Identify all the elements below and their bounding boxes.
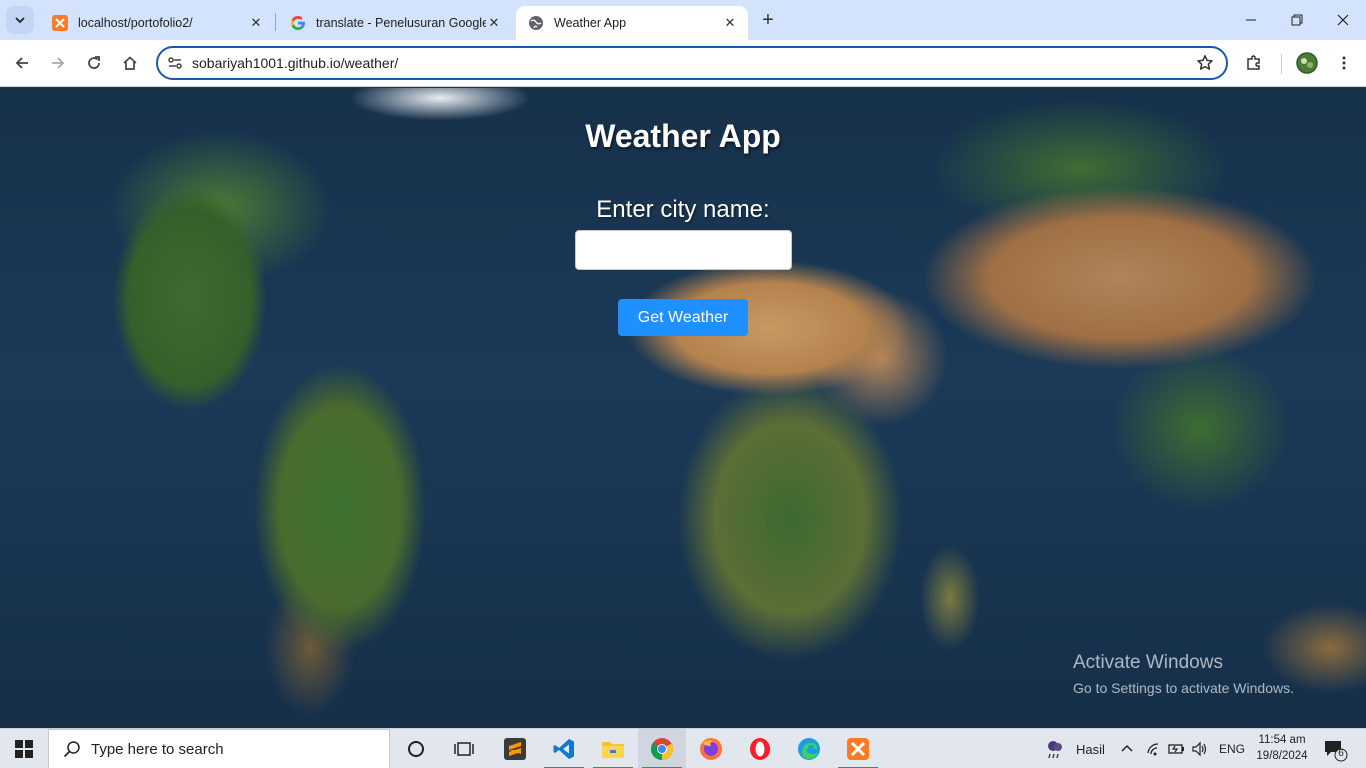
- page-viewport: Weather App Enter city name: Get Weather…: [0, 88, 1366, 728]
- taskbar-app-vscode[interactable]: [540, 729, 588, 768]
- home-icon: [123, 56, 137, 70]
- chrome-icon: [651, 738, 673, 760]
- tab-title: localhost/portofolio2/: [78, 16, 193, 30]
- city-label: Enter city name:: [596, 196, 770, 223]
- minimize-button[interactable]: [1228, 0, 1274, 40]
- tab-search-button[interactable]: [6, 6, 34, 34]
- taskbar-app-firefox[interactable]: [687, 729, 735, 768]
- taskbar-app-edge[interactable]: [785, 729, 833, 768]
- tab-title: translate - Penelusuran Google: [316, 16, 486, 30]
- watermark-subtitle: Go to Settings to activate Windows.: [1073, 680, 1294, 696]
- firefox-icon: [700, 738, 722, 760]
- restore-icon: [1291, 14, 1303, 26]
- sublime-text-icon: [504, 738, 526, 760]
- get-weather-button[interactable]: Get Weather: [618, 299, 748, 336]
- arrow-left-icon: [15, 57, 28, 69]
- battery-plug-icon: [1168, 744, 1184, 754]
- forward-button[interactable]: [44, 49, 72, 77]
- close-icon[interactable]: ✕: [486, 15, 502, 31]
- weather-text: Hasil: [1076, 741, 1105, 757]
- menu-button[interactable]: [1330, 49, 1358, 77]
- url-input[interactable]: [192, 53, 1172, 73]
- language-indicator[interactable]: ENG: [1219, 729, 1245, 768]
- plus-icon: +: [762, 8, 774, 31]
- close-window-button[interactable]: [1320, 0, 1366, 40]
- tab-title: Weather App: [554, 16, 627, 30]
- more-vertical-icon: [1342, 56, 1346, 70]
- windows-icon: [15, 740, 33, 758]
- puzzle-icon: [1247, 55, 1260, 70]
- tab-separator: [275, 13, 276, 31]
- taskbar-app-opera[interactable]: [736, 729, 784, 768]
- avatar: [1296, 52, 1318, 74]
- start-button[interactable]: [0, 729, 48, 768]
- clock-date: 19/8/2024: [1256, 750, 1308, 762]
- taskbar-search[interactable]: Type here to search: [48, 729, 390, 768]
- reload-button[interactable]: [80, 49, 108, 77]
- notification-center-button[interactable]: 6: [1322, 737, 1348, 763]
- language-label: ENG: [1219, 742, 1246, 756]
- xampp-icon: [847, 738, 869, 760]
- tab-strip: localhost/portofolio2/ ✕ translate - Pen…: [0, 0, 1366, 40]
- new-tab-button[interactable]: +: [756, 8, 780, 32]
- taskbar-app-chrome[interactable]: [638, 729, 686, 768]
- close-icon[interactable]: ✕: [722, 15, 738, 31]
- show-hidden-icons-button[interactable]: [1120, 729, 1134, 768]
- search-placeholder: Type here to search: [91, 740, 224, 758]
- opera-icon: [750, 738, 770, 760]
- watermark-title: Activate Windows: [1073, 652, 1223, 673]
- taskbar-app-xampp[interactable]: [834, 729, 882, 768]
- task-view-button[interactable]: [440, 729, 488, 768]
- globe-icon: [529, 16, 543, 30]
- clock-time: 11:54 am: [1258, 734, 1306, 746]
- vscode-icon: [553, 739, 574, 759]
- minimize-icon: [1246, 19, 1256, 21]
- close-icon[interactable]: ✕: [248, 15, 264, 31]
- google-icon: [291, 16, 305, 30]
- bookmark-star-icon[interactable]: [1196, 54, 1214, 72]
- browser-toolbar: [0, 40, 1366, 87]
- rain-cloud-icon: [1048, 741, 1062, 759]
- tab-google-translate[interactable]: translate - Penelusuran Google ✕: [278, 6, 512, 40]
- folder-icon: [602, 742, 624, 758]
- clock[interactable]: 11:54 am 19/8/2024: [1248, 732, 1316, 764]
- reload-icon: [88, 56, 100, 69]
- search-icon: [63, 741, 80, 758]
- xampp-icon: [52, 15, 68, 31]
- arrow-right-icon: [52, 57, 65, 69]
- profile-button[interactable]: [1293, 49, 1321, 77]
- city-input[interactable]: [575, 230, 792, 270]
- address-bar[interactable]: [156, 46, 1228, 80]
- extensions-button[interactable]: [1240, 49, 1268, 77]
- taskbar: Type here to search Hasil ENG 11:54 am 1…: [0, 728, 1366, 768]
- chevron-down-icon: [15, 17, 25, 24]
- battery-button[interactable]: [1168, 729, 1186, 768]
- activate-windows-watermark: Activate Windows Go to Settings to activ…: [1073, 652, 1294, 696]
- task-view-icon: [454, 742, 474, 756]
- edge-icon: [798, 738, 820, 760]
- taskbar-app-sublime[interactable]: [491, 729, 539, 768]
- home-button[interactable]: [116, 49, 144, 77]
- speaker-icon: [1192, 741, 1207, 757]
- tab-weather-app[interactable]: Weather App ✕: [516, 6, 748, 40]
- wifi-icon: [1147, 743, 1159, 756]
- tab-localhost[interactable]: localhost/portofolio2/ ✕: [40, 6, 274, 40]
- chevron-up-icon: [1121, 744, 1133, 752]
- taskbar-app-file-explorer[interactable]: [589, 729, 637, 768]
- cortana-button[interactable]: [392, 729, 440, 768]
- volume-button[interactable]: [1191, 729, 1209, 768]
- toolbar-divider: [1281, 54, 1282, 74]
- notification-count: 6: [1338, 748, 1344, 759]
- weather-widget[interactable]: Hasil: [1044, 729, 1105, 768]
- cortana-icon: [408, 741, 424, 757]
- close-icon: [1337, 14, 1349, 26]
- site-settings-icon[interactable]: [166, 54, 184, 72]
- restore-button[interactable]: [1274, 0, 1320, 40]
- network-button[interactable]: [1146, 729, 1164, 768]
- back-button[interactable]: [8, 49, 36, 77]
- page-title: Weather App: [585, 118, 781, 154]
